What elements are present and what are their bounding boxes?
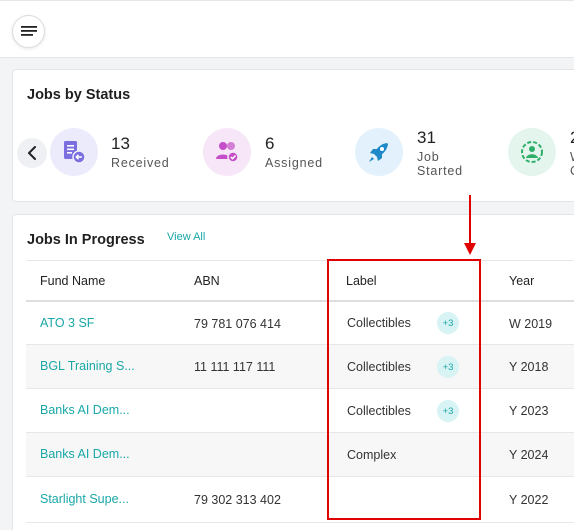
table-row[interactable]: BGL Training S... 11 111 117 111 Collect…	[26, 344, 574, 388]
rocket-icon	[355, 128, 403, 176]
table-row[interactable]: Banks AI Dem... Collectibles +3 Y 2023	[26, 388, 574, 432]
label-value: Collectibles	[347, 404, 411, 418]
table-row[interactable]: Starlight Supe... 79 302 313 402 Y 2022	[26, 476, 574, 522]
chevron-left-icon[interactable]	[17, 138, 47, 168]
table-row[interactable]: Banks AI Dem... Complex Y 2024	[26, 432, 574, 476]
label-value: Collectibles	[347, 360, 411, 374]
year-value: W 2019	[509, 317, 553, 331]
assigned-label: Assigned	[265, 156, 323, 170]
abn-value: 11 111 117 111	[194, 360, 276, 374]
job-started-label-line2: Started	[417, 164, 463, 178]
fourth-status-label-line2: C	[570, 164, 574, 178]
jobs-in-progress-title: Jobs In Progress	[27, 232, 145, 248]
fund-name-link[interactable]: Banks AI Dem...	[40, 447, 160, 461]
document-received-icon	[50, 128, 98, 176]
jobs-in-progress-card: Jobs In Progress View All Fund Name ABN …	[12, 214, 574, 530]
more-labels-badge[interactable]: +3	[437, 312, 459, 334]
jobs-by-status-title: Jobs by Status	[27, 87, 131, 103]
fund-name-link[interactable]: Starlight Supe...	[40, 492, 160, 506]
year-value: Y 2018	[509, 360, 549, 374]
received-count: 13	[111, 134, 130, 153]
job-started-count: 31	[417, 128, 436, 147]
column-header-abn[interactable]: ABN	[194, 274, 220, 288]
column-header-year[interactable]: Year	[509, 274, 534, 288]
label-value: Collectibles	[347, 316, 411, 330]
year-value: Y 2022	[509, 493, 549, 507]
table-row[interactable]: ATO 3 SF 79 781 076 414 Collectibles +3 …	[26, 300, 574, 344]
fund-name-link[interactable]: Banks AI Dem...	[40, 403, 160, 417]
assigned-count: 6	[265, 134, 275, 153]
fund-name-link[interactable]: BGL Training S...	[40, 359, 160, 373]
job-started-label-line1: Job	[417, 150, 440, 164]
column-header-fund-name[interactable]: Fund Name	[40, 274, 105, 288]
more-labels-badge[interactable]: +3	[437, 356, 459, 378]
users-assigned-icon	[203, 128, 251, 176]
hamburger-menu-icon[interactable]	[12, 15, 45, 48]
received-label: Received	[111, 156, 170, 170]
fourth-status-label-line1: W	[570, 150, 574, 164]
fund-name-link[interactable]: ATO 3 SF	[40, 316, 160, 330]
label-value: Complex	[347, 448, 397, 462]
more-labels-badge[interactable]: +3	[437, 400, 459, 422]
table-header-row: Fund Name ABN Label Year	[26, 260, 574, 300]
year-value: Y 2023	[509, 404, 549, 418]
top-bar	[0, 0, 574, 58]
fourth-status-count: 2	[570, 128, 574, 148]
table-row-divider	[26, 522, 574, 530]
abn-value: 79 302 313 402	[194, 493, 281, 507]
abn-value: 79 781 076 414	[194, 317, 281, 331]
view-all-link[interactable]: View All	[167, 231, 205, 243]
column-header-label[interactable]: Label	[346, 274, 377, 288]
jobs-by-status-card: Jobs by Status 13 Received 6 Assigned 31…	[12, 69, 574, 202]
team-cycle-icon	[508, 128, 556, 176]
year-value: Y 2024	[509, 448, 549, 462]
